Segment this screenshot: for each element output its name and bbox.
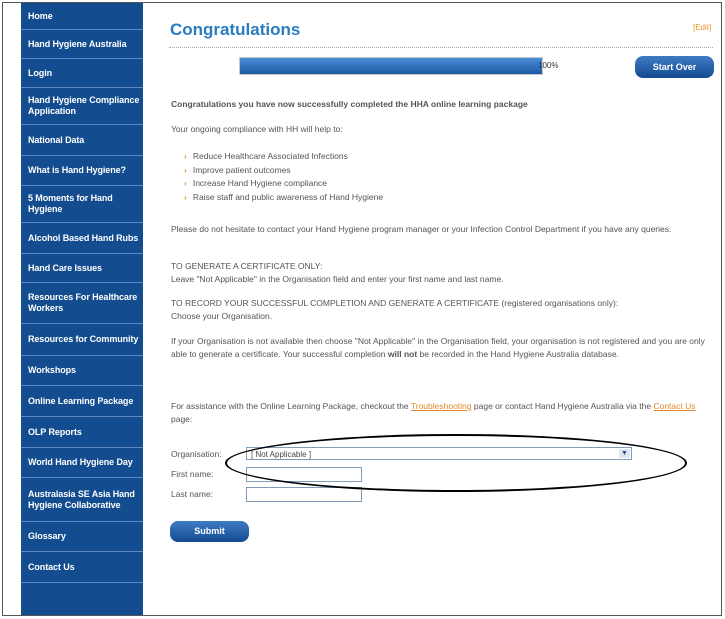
- last-name-label: Last name:: [171, 489, 214, 499]
- sidebar-item-world-hand-hygiene-day[interactable]: World Hand Hygiene Day: [21, 448, 143, 478]
- chevron-down-icon[interactable]: ▼: [619, 449, 630, 458]
- cert-only-heading: TO GENERATE A CERTIFICATE ONLY:: [171, 261, 323, 271]
- list-item: Raise staff and public awareness of Hand…: [184, 191, 383, 205]
- sidebar-item-olp-reports[interactable]: OLP Reports: [21, 417, 143, 448]
- cert-only-text: Leave "Not Applicable" in the Organisati…: [171, 274, 504, 284]
- sidebar-item-glossary[interactable]: Glossary: [21, 522, 143, 552]
- sidebar-item-login[interactable]: Login: [21, 59, 143, 88]
- assist-c: page:: [171, 414, 193, 424]
- sidebar-item-hand-care-issues[interactable]: Hand Care Issues: [21, 254, 143, 283]
- highlight-oval: [225, 434, 687, 492]
- submit-button[interactable]: Submit: [170, 521, 249, 542]
- record-text: Choose your Organisation.: [171, 311, 273, 321]
- assist-b: page or contact Hand Hygiene Australia v…: [471, 401, 654, 411]
- list-item: Reduce Healthcare Associated Infections: [184, 150, 383, 164]
- completion-heading: Congratulations you have now successfull…: [171, 99, 528, 109]
- sidebar-item-hand-hygiene-australia[interactable]: Hand Hygiene Australia: [21, 30, 143, 59]
- progress-bar: [239, 57, 543, 75]
- intro-text: Your ongoing compliance with HH will hel…: [171, 124, 343, 134]
- benefits-list: Reduce Healthcare Associated Infections …: [184, 150, 383, 204]
- contact-text: Please do not hesitate to contact your H…: [171, 224, 672, 234]
- sidebar-item-workshops[interactable]: Workshops: [21, 356, 143, 386]
- sidebar-item-home[interactable]: Home: [21, 3, 143, 30]
- first-name-field[interactable]: [246, 467, 362, 482]
- sidebar-item-5-moments[interactable]: 5 Moments for Hand Hygiene: [21, 186, 143, 223]
- organisation-select[interactable]: [ Not Applicable ] ▼: [246, 447, 632, 460]
- organisation-note: If your Organisation is not available th…: [171, 335, 716, 361]
- first-name-label: First name:: [171, 469, 214, 479]
- sidebar-item-asia-collaborative[interactable]: Australasia SE Asia Hand Hygiene Collabo…: [21, 478, 143, 522]
- org-note-bold: will not: [387, 349, 418, 359]
- sidebar-nav: Home Hand Hygiene Australia Login Hand H…: [21, 3, 143, 615]
- progress-fill: [240, 58, 542, 74]
- sidebar-item-alcohol-hand-rubs[interactable]: Alcohol Based Hand Rubs: [21, 223, 143, 254]
- page-title: Congratulations: [170, 20, 301, 39]
- assistance-text: For assistance with the Online Learning …: [171, 400, 716, 426]
- divider: [169, 47, 713, 48]
- organisation-label: Organisation:: [171, 449, 222, 459]
- org-note-b: be recorded in the Hand Hygiene Australi…: [417, 349, 619, 359]
- last-name-field[interactable]: [246, 487, 362, 502]
- contact-us-link[interactable]: Contact Us: [653, 401, 695, 411]
- sidebar-item-online-learning[interactable]: Online Learning Package: [21, 386, 143, 417]
- sidebar-item-resources-community[interactable]: Resources for Community: [21, 324, 143, 356]
- sidebar-item-what-is-hand-hygiene[interactable]: What is Hand Hygiene?: [21, 156, 143, 186]
- troubleshooting-link[interactable]: Troubleshooting: [411, 401, 472, 411]
- page-frame: Home Hand Hygiene Australia Login Hand H…: [2, 2, 722, 616]
- start-over-button[interactable]: Start Over: [635, 56, 714, 78]
- sidebar-item-resources-healthcare[interactable]: Resources For Healthcare Workers: [21, 283, 143, 324]
- record-heading: TO RECORD YOUR SUCCESSFUL COMPLETION AND…: [171, 298, 619, 308]
- assist-a: For assistance with the Online Learning …: [171, 401, 411, 411]
- list-item: Increase Hand Hygiene compliance: [184, 177, 383, 191]
- sidebar-item-national-data[interactable]: National Data: [21, 125, 143, 156]
- sidebar-item-contact-us[interactable]: Contact Us: [21, 552, 143, 583]
- sidebar-item-compliance-application[interactable]: Hand Hygiene Compliance Application: [21, 88, 143, 125]
- edit-link[interactable]: [Edit]: [693, 23, 711, 32]
- organisation-select-value: [ Not Applicable ]: [251, 450, 312, 459]
- progress-percent: 100%: [538, 61, 559, 70]
- list-item: Improve patient outcomes: [184, 164, 383, 178]
